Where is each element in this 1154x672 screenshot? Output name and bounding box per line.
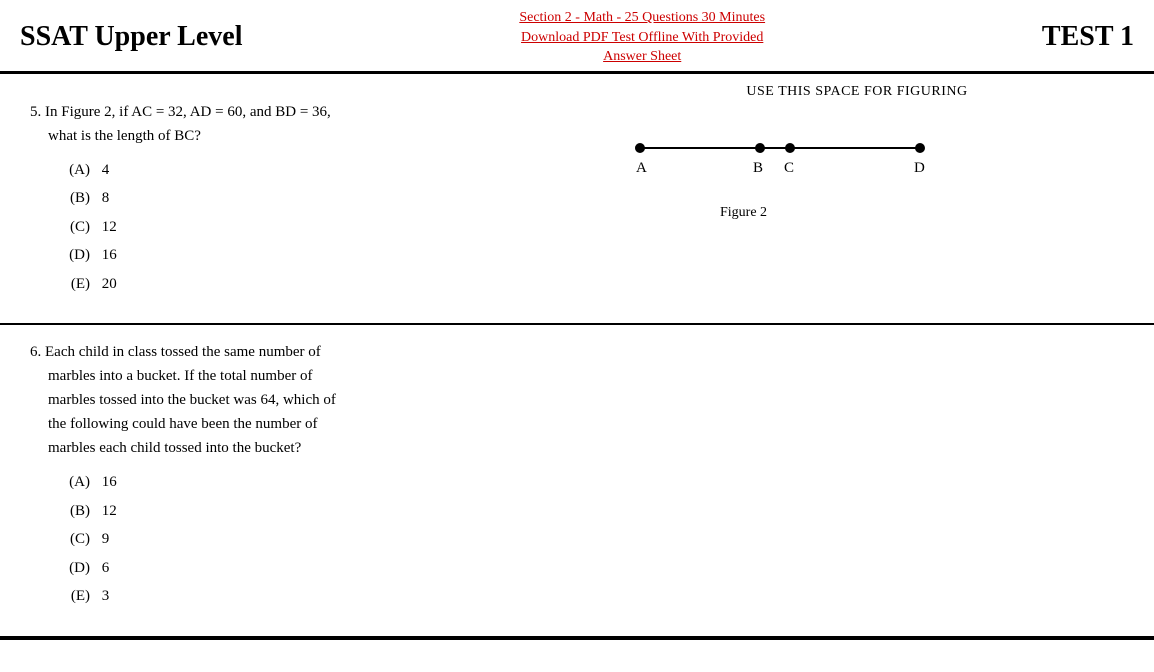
choice-6b-letter: (B) xyxy=(60,497,90,526)
figure2-caption: Figure 2 xyxy=(720,205,1134,221)
choice-5a[interactable]: (A) 4 xyxy=(60,156,540,185)
svg-text:D: D xyxy=(914,160,925,176)
choice-5a-value: 4 xyxy=(102,162,110,178)
link-line2: Download PDF Test Offline With Provided xyxy=(521,30,763,45)
choice-5d-letter: (D) xyxy=(60,241,90,270)
question5-right: USE THIS SPACE FOR FIGURING A B xyxy=(560,74,1154,324)
test-label: TEST 1 xyxy=(1042,21,1134,53)
link-line1: Section 2 - Math - 25 Questions 30 Minut… xyxy=(519,10,765,25)
question5-choices: (A) 4 (B) 8 (C) 12 (D) 16 xyxy=(60,156,540,299)
page-header: SSAT Upper Level Section 2 - Math - 25 Q… xyxy=(0,0,1154,74)
link-line3: Answer Sheet xyxy=(603,49,681,64)
choice-6e-value: 3 xyxy=(102,588,110,604)
section-link[interactable]: Section 2 - Math - 25 Questions 30 Minut… xyxy=(519,8,765,67)
choice-5b-value: 8 xyxy=(102,190,110,206)
question5-number: 5. xyxy=(30,104,41,120)
choice-6b[interactable]: (B) 12 xyxy=(60,497,540,526)
question5-line2: what is the length of BC? xyxy=(48,128,201,144)
choice-6c-value: 9 xyxy=(102,531,110,547)
question5-left: USE THIS SPACE FOR FIGURING 5. In Figure… xyxy=(0,74,560,324)
choice-5c[interactable]: (C) 12 xyxy=(60,213,540,242)
question5-line1: In Figure 2, if AC = 32, AD = 60, and BD… xyxy=(45,104,331,120)
question5: 5. In Figure 2, if AC = 32, AD = 60, and… xyxy=(30,100,540,299)
choice-5e[interactable]: (E) 20 xyxy=(60,270,540,299)
question6-right xyxy=(560,325,1154,636)
choice-6d[interactable]: (D) 6 xyxy=(60,554,540,583)
choice-6a-value: 16 xyxy=(102,474,117,490)
bottom-border xyxy=(0,638,1154,640)
question6-left: 6. Each child in class tossed the same n… xyxy=(0,325,560,636)
question6-text: 6. Each child in class tossed the same n… xyxy=(30,340,540,460)
question5-text: 5. In Figure 2, if AC = 32, AD = 60, and… xyxy=(30,100,540,148)
choice-6c-letter: (C) xyxy=(60,525,90,554)
choice-6d-value: 6 xyxy=(102,560,110,576)
question5-section: USE THIS SPACE FOR FIGURING 5. In Figure… xyxy=(0,74,1154,326)
figure2-container: A B C D Figure 2 xyxy=(580,130,1134,221)
choice-6e-letter: (E) xyxy=(60,582,90,611)
choice-6c[interactable]: (C) 9 xyxy=(60,525,540,554)
choice-5c-letter: (C) xyxy=(60,213,90,242)
question6-choices: (A) 16 (B) 12 (C) 9 (D) 6 xyxy=(60,468,540,611)
choice-5e-letter: (E) xyxy=(60,270,90,299)
choice-6d-letter: (D) xyxy=(60,554,90,583)
choice-5d-value: 16 xyxy=(102,247,117,263)
choice-6a-letter: (A) xyxy=(60,468,90,497)
figure2-svg: A B C D xyxy=(620,130,940,180)
header-center: Section 2 - Math - 25 Questions 30 Minut… xyxy=(519,8,765,67)
choice-5b[interactable]: (B) 8 xyxy=(60,184,540,213)
question6: 6. Each child in class tossed the same n… xyxy=(30,340,540,611)
svg-text:C: C xyxy=(784,160,794,176)
choice-5b-letter: (B) xyxy=(60,184,90,213)
choice-6b-value: 12 xyxy=(102,503,117,519)
choice-5e-value: 20 xyxy=(102,276,117,292)
choice-5a-letter: (A) xyxy=(60,156,90,185)
page-title: SSAT Upper Level xyxy=(20,21,242,53)
choice-5d[interactable]: (D) 16 xyxy=(60,241,540,270)
choice-6a[interactable]: (A) 16 xyxy=(60,468,540,497)
choice-5c-value: 12 xyxy=(102,219,117,235)
svg-text:B: B xyxy=(753,160,763,176)
question6-section: 6. Each child in class tossed the same n… xyxy=(0,325,1154,638)
svg-text:A: A xyxy=(636,160,647,176)
choice-6e[interactable]: (E) 3 xyxy=(60,582,540,611)
figuring-header: USE THIS SPACE FOR FIGURING xyxy=(580,84,1134,100)
question6-number: 6. xyxy=(30,344,41,360)
